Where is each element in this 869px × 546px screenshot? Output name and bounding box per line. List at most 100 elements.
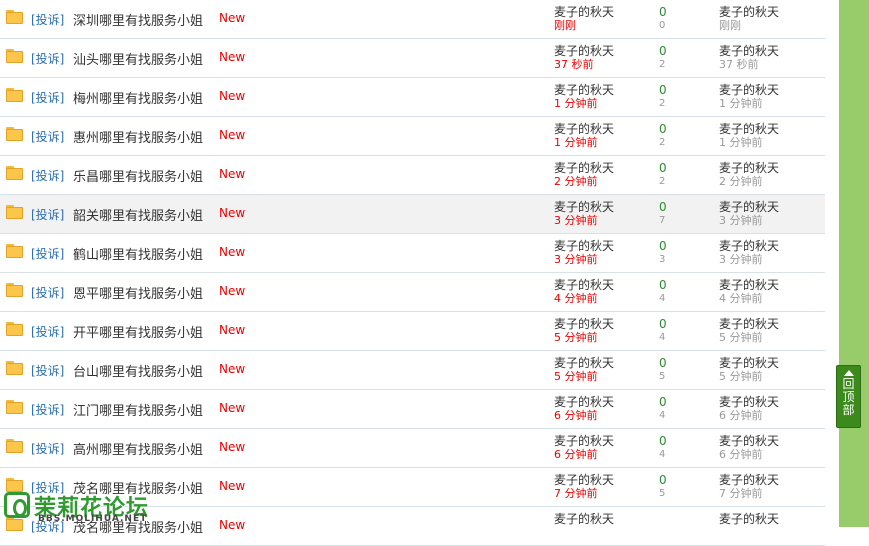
thread-title-link[interactable]: 乐昌哪里有找服务小姐 [73, 166, 203, 185]
thread-title-link[interactable]: 梅州哪里有找服务小姐 [73, 88, 203, 107]
last-post-time[interactable]: 2 分钟前 [719, 173, 763, 189]
thread-row[interactable]: [投诉] 韶关哪里有找服务小姐 New 麦子的秋天 3 分钟前 0 7 麦子的秋… [0, 195, 825, 234]
thread-title-link[interactable]: 恩平哪里有找服务小姐 [73, 283, 203, 302]
thread-title-link[interactable]: 开平哪里有找服务小姐 [73, 322, 203, 341]
reply-count[interactable]: 0 [659, 161, 667, 175]
reply-count[interactable]: 0 [659, 5, 667, 19]
post-time: 1 分钟前 [554, 97, 598, 110]
new-badge: New [219, 50, 246, 64]
last-poster-link[interactable]: 麦子的秋天 [719, 510, 779, 527]
thread-row[interactable]: [投诉] 开平哪里有找服务小姐 New 麦子的秋天 5 分钟前 0 4 麦子的秋… [0, 312, 825, 351]
post-time: 3 分钟前 [554, 214, 598, 227]
post-time: 3 分钟前 [554, 253, 598, 266]
thread-row[interactable]: [投诉] 汕头哪里有找服务小姐 New 麦子的秋天 37 秒前 0 2 麦子的秋… [0, 39, 825, 78]
reply-count[interactable]: 0 [659, 434, 667, 448]
author-link[interactable]: 麦子的秋天 [554, 510, 614, 527]
back-to-top-button[interactable]: 回顶部 [836, 365, 861, 428]
report-link[interactable]: [投诉] [31, 440, 64, 457]
last-post-time[interactable]: 5 分钟前 [719, 329, 763, 345]
last-post-time[interactable]: 3 分钟前 [719, 251, 763, 267]
last-post-time[interactable]: 6 分钟前 [719, 407, 763, 423]
last-post-time[interactable]: 37 秒前 [719, 56, 759, 72]
new-badge: New [219, 401, 246, 415]
thread-row[interactable]: [投诉] 恩平哪里有找服务小姐 New 麦子的秋天 4 分钟前 0 4 麦子的秋… [0, 273, 825, 312]
thread-row[interactable]: [投诉] 鹤山哪里有找服务小姐 New 麦子的秋天 3 分钟前 0 3 麦子的秋… [0, 234, 825, 273]
reply-count[interactable]: 0 [659, 317, 667, 331]
post-time: 37 秒前 [554, 58, 594, 71]
view-count: 4 [659, 332, 666, 343]
report-link[interactable]: [投诉] [31, 284, 64, 301]
watermark-logo: 茉莉花论坛 BBS.MOLIHUA.NET [4, 490, 174, 527]
thread-row[interactable]: [投诉] 乐昌哪里有找服务小姐 New 麦子的秋天 2 分钟前 0 2 麦子的秋… [0, 156, 825, 195]
thread-title-link[interactable]: 汕头哪里有找服务小姐 [73, 49, 203, 68]
arrow-up-icon [843, 370, 854, 376]
folder-icon [6, 49, 23, 63]
new-badge: New [219, 284, 246, 298]
thread-row[interactable]: [投诉] 惠州哪里有找服务小姐 New 麦子的秋天 1 分钟前 0 2 麦子的秋… [0, 117, 825, 156]
thread-row[interactable]: [投诉] 江门哪里有找服务小姐 New 麦子的秋天 6 分钟前 0 4 麦子的秋… [0, 390, 825, 429]
report-link[interactable]: [投诉] [31, 50, 64, 67]
logo-domain: BBS.MOLIHUA.NET [38, 514, 148, 524]
new-badge: New [219, 89, 246, 103]
post-time: 4 分钟前 [554, 292, 598, 305]
report-link[interactable]: [投诉] [31, 323, 64, 340]
view-count: 7 [659, 215, 666, 226]
post-time: 刚刚 [554, 19, 576, 32]
thread-title-link[interactable]: 惠州哪里有找服务小姐 [73, 127, 203, 146]
last-post-time[interactable]: 7 分钟前 [719, 485, 763, 501]
new-badge: New [219, 128, 246, 142]
report-link[interactable]: [投诉] [31, 206, 64, 223]
folder-icon [6, 127, 23, 141]
report-link[interactable]: [投诉] [31, 128, 64, 145]
thread-title-link[interactable]: 江门哪里有找服务小姐 [73, 400, 203, 419]
report-link[interactable]: [投诉] [31, 11, 64, 28]
last-post-time[interactable]: 刚刚 [719, 17, 741, 33]
report-link[interactable]: [投诉] [31, 89, 64, 106]
report-link[interactable]: [投诉] [31, 401, 64, 418]
view-count: 4 [659, 410, 666, 421]
last-post-time[interactable]: 1 分钟前 [719, 134, 763, 150]
report-link[interactable]: [投诉] [31, 362, 64, 379]
last-post-time[interactable]: 1 分钟前 [719, 95, 763, 111]
last-post-time[interactable]: 6 分钟前 [719, 446, 763, 462]
thread-title-link[interactable]: 高州哪里有找服务小姐 [73, 439, 203, 458]
back-to-top-label: 回顶部 [842, 377, 855, 417]
thread-title-link[interactable]: 鹤山哪里有找服务小姐 [73, 244, 203, 263]
thread-list: [投诉] 深圳哪里有找服务小姐 New 麦子的秋天 刚刚 0 0 麦子的秋天 刚… [0, 0, 825, 546]
thread-row[interactable]: [投诉] 台山哪里有找服务小姐 New 麦子的秋天 5 分钟前 0 5 麦子的秋… [0, 351, 825, 390]
folder-icon [6, 166, 23, 180]
logo-icon [4, 492, 30, 518]
reply-count[interactable]: 0 [659, 239, 667, 253]
reply-count[interactable]: 0 [659, 200, 667, 214]
reply-count[interactable]: 0 [659, 44, 667, 58]
thread-row[interactable]: [投诉] 深圳哪里有找服务小姐 New 麦子的秋天 刚刚 0 0 麦子的秋天 刚… [0, 0, 825, 39]
reply-count[interactable]: 0 [659, 356, 667, 370]
last-post-time[interactable]: 3 分钟前 [719, 212, 763, 228]
post-time: 2 分钟前 [554, 175, 598, 188]
thread-title-link[interactable]: 韶关哪里有找服务小姐 [73, 205, 203, 224]
thread-title-link[interactable]: 台山哪里有找服务小姐 [73, 361, 203, 380]
thread-title-link[interactable]: 深圳哪里有找服务小姐 [73, 10, 203, 29]
reply-count[interactable]: 0 [659, 395, 667, 409]
reply-count[interactable]: 0 [659, 473, 667, 487]
folder-icon [6, 361, 23, 375]
reply-count[interactable]: 0 [659, 83, 667, 97]
reply-count[interactable]: 0 [659, 278, 667, 292]
last-post-time[interactable]: 5 分钟前 [719, 368, 763, 384]
thread-row[interactable]: [投诉] 高州哪里有找服务小姐 New 麦子的秋天 6 分钟前 0 4 麦子的秋… [0, 429, 825, 468]
view-count: 5 [659, 488, 666, 499]
new-badge: New [219, 245, 246, 259]
view-count: 2 [659, 137, 666, 148]
view-count: 3 [659, 254, 666, 265]
reply-count[interactable]: 0 [659, 122, 667, 136]
last-post-time[interactable]: 4 分钟前 [719, 290, 763, 306]
view-count: 5 [659, 371, 666, 382]
folder-icon [6, 244, 23, 258]
report-link[interactable]: [投诉] [31, 167, 64, 184]
report-link[interactable]: [投诉] [31, 245, 64, 262]
thread-row[interactable]: [投诉] 梅州哪里有找服务小姐 New 麦子的秋天 1 分钟前 0 2 麦子的秋… [0, 78, 825, 117]
folder-icon [6, 88, 23, 102]
post-time: 1 分钟前 [554, 136, 598, 149]
post-time: 5 分钟前 [554, 370, 598, 383]
new-badge: New [219, 11, 246, 25]
